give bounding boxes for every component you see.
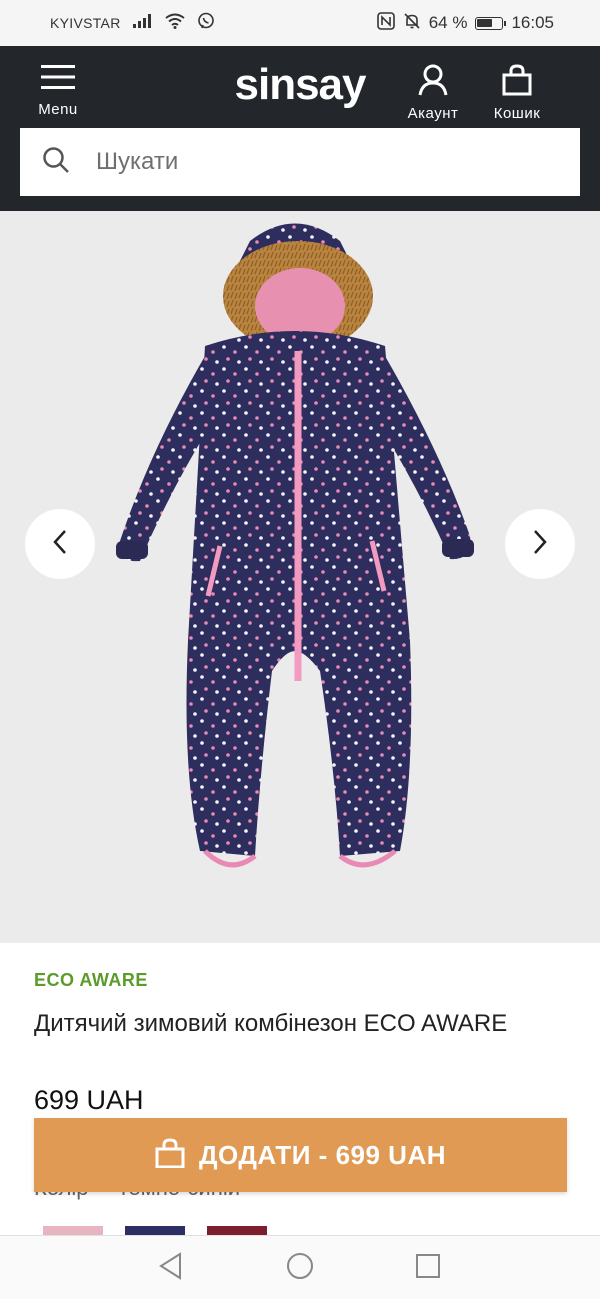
system-home-button[interactable] xyxy=(284,1252,316,1284)
cart-label: Кошик xyxy=(493,105,541,122)
square-recents-icon xyxy=(414,1252,442,1285)
battery-icon xyxy=(475,16,507,30)
status-left: KYIVSTAR xyxy=(50,12,215,34)
product-image xyxy=(116,223,474,868)
account-label: Акаунт xyxy=(407,105,459,122)
color-swatch-burgundy[interactable] xyxy=(207,1226,267,1235)
wifi-icon xyxy=(164,13,185,33)
search-icon xyxy=(42,146,70,179)
shopping-bag-icon xyxy=(155,1137,185,1173)
next-image-button[interactable] xyxy=(505,509,575,579)
add-to-cart-label: ДОДАТИ - 699 UAH xyxy=(198,1139,446,1170)
eco-aware-badge: ECO AWARE xyxy=(34,970,148,990)
site-header: Menu sinsay Акаунт Кошик xyxy=(0,46,600,211)
circle-home-icon xyxy=(285,1251,315,1286)
battery-percent: 64 % xyxy=(428,13,468,32)
account-button[interactable]: Акаунт xyxy=(400,64,466,122)
shopping-bag-icon xyxy=(501,64,533,101)
signal-icon xyxy=(132,14,153,32)
color-swatch-navy[interactable] xyxy=(125,1226,185,1235)
product-price: 699 UAH xyxy=(34,1085,144,1115)
chevron-right-icon xyxy=(531,529,549,560)
mute-bell-icon xyxy=(403,12,421,35)
search-box[interactable] xyxy=(20,128,580,196)
color-swatches xyxy=(43,1226,267,1235)
clock: 16:05 xyxy=(511,13,554,32)
color-swatch-pink[interactable] xyxy=(43,1226,103,1235)
triangle-back-icon xyxy=(158,1251,184,1285)
system-recents-button[interactable] xyxy=(412,1252,444,1284)
viber-icon xyxy=(197,12,215,34)
nfc-icon xyxy=(376,11,395,35)
previous-image-button[interactable] xyxy=(25,509,95,579)
product-gallery[interactable] xyxy=(0,211,600,943)
status-right: 64 % 16:05 xyxy=(376,11,554,35)
carrier-name: KYIVSTAR xyxy=(50,15,121,31)
status-bar: KYIVSTAR 64 % 16:05 xyxy=(0,0,600,46)
user-icon xyxy=(417,64,449,101)
system-navigation-bar xyxy=(0,1235,600,1299)
system-back-button[interactable] xyxy=(155,1251,187,1285)
search-input[interactable] xyxy=(96,148,556,176)
chevron-left-icon xyxy=(51,529,69,560)
add-to-cart-button[interactable]: ДОДАТИ - 699 UAH xyxy=(34,1118,567,1192)
product-title: Дитячий зимовий комбінезон ECO AWARE xyxy=(34,1010,508,1037)
cart-button[interactable]: Кошик xyxy=(484,64,550,122)
